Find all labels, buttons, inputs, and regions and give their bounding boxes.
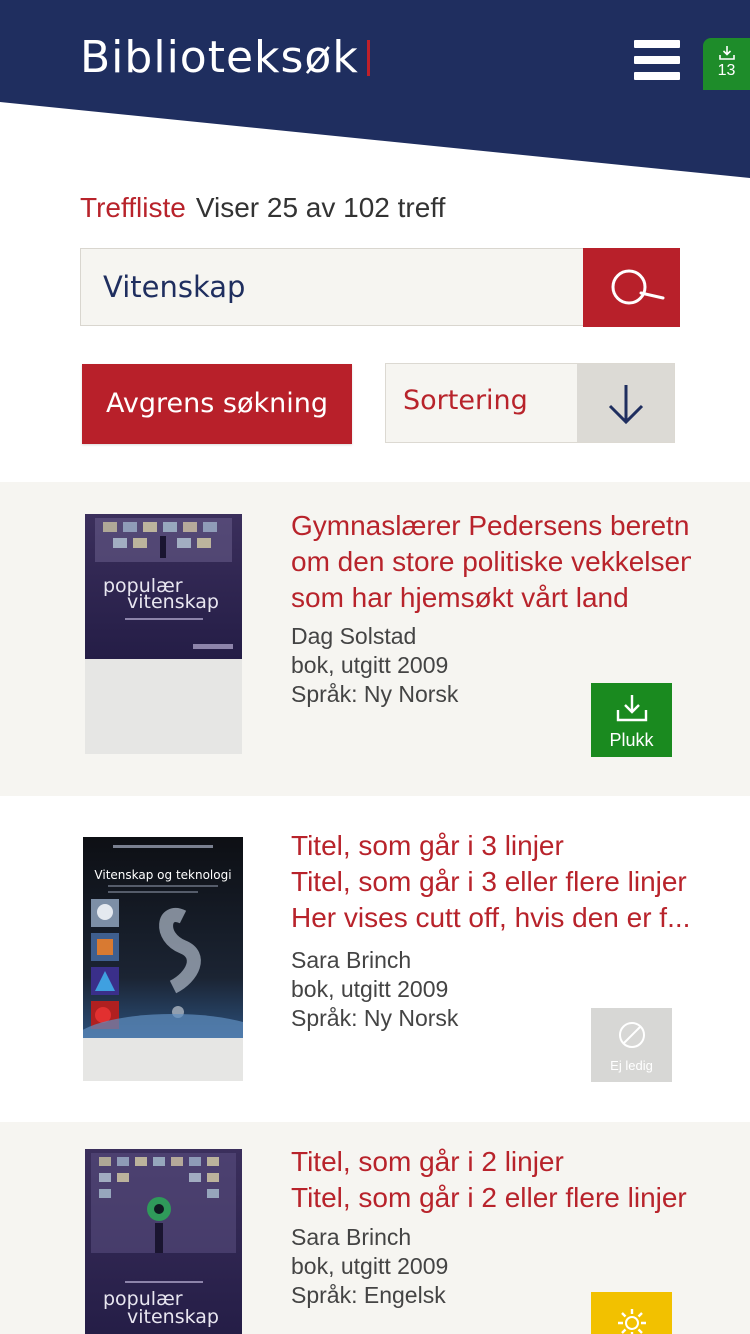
result-title[interactable]: Titel, som går i 2 linjer Titel, som går…	[291, 1144, 691, 1216]
sort-label: Sortering	[403, 385, 528, 416]
result-title[interactable]: Titel, som går i 3 linjer Titel, som går…	[291, 828, 691, 936]
header-background	[0, 0, 750, 178]
cover-image: populær vitenskap	[85, 514, 242, 659]
menu-button[interactable]	[634, 40, 682, 80]
search-results-page: Biblioteksøk 13 Treffliste Viser 25 av 10…	[0, 0, 750, 1334]
cover-title-line: vitenskap	[127, 591, 219, 613]
cover-image: populær vitenskap	[85, 1149, 242, 1334]
title-line: som har hjemsøkt vårt land	[291, 582, 629, 613]
cover-title-line: vitenskap	[127, 1306, 219, 1328]
cover-image: Vitenskap og teknologi	[83, 837, 243, 1038]
result-format: bok, utgitt 2009	[291, 652, 449, 678]
book-cover: Vitenskap og teknologi	[83, 837, 243, 1081]
result-item[interactable]: populær vitenskap Titel, som går i 2 lin…	[0, 1122, 750, 1334]
refine-search-button[interactable]: Avgrens søkning	[82, 364, 352, 444]
cover-title-line: Vitenskap og teknologi	[94, 868, 231, 882]
result-meta: Dag Solstad bok, utgitt 2009 Språk: Ny N…	[291, 622, 458, 709]
result-meta: Sara Brinch bok, utgitt 2009 Språk: Enge…	[291, 1223, 448, 1310]
result-author: Sara Brinch	[291, 1224, 412, 1250]
title-cursor	[366, 40, 370, 76]
title-line: om den store politiske vekkelsen	[291, 546, 691, 577]
book-cover: populær vitenskap	[85, 1149, 242, 1334]
search-field	[80, 248, 583, 326]
sort-dropdown[interactable]: Sortering	[385, 363, 675, 443]
gear-icon	[618, 1309, 646, 1334]
download-icon	[719, 46, 735, 60]
search-button[interactable]	[583, 248, 680, 327]
result-format: bok, utgitt 2009	[291, 976, 449, 1002]
unavailable-button[interactable]: Ej ledig	[591, 1008, 672, 1082]
title-line: Her vises cutt off, hvis den er f...	[291, 902, 691, 933]
arrow-down-icon	[608, 385, 644, 425]
result-meta: Sara Brinch bok, utgitt 2009 Språk: Ny N…	[291, 946, 458, 1033]
results-count: Viser 25 av 102 treff	[195, 192, 446, 223]
result-author: Sara Brinch	[291, 947, 412, 973]
app-title: Biblioteksøk	[80, 32, 370, 84]
hamburger-icon	[634, 40, 680, 48]
result-author: Dag Solstad	[291, 623, 417, 649]
result-format: bok, utgitt 2009	[291, 1253, 449, 1279]
result-title[interactable]: Gymnaslærer Pedersens beretning om den s…	[291, 508, 691, 616]
downloads-badge[interactable]: 13	[703, 38, 750, 90]
search-icon	[611, 269, 665, 305]
title-line: Gymnaslærer Pedersens beretning	[291, 510, 691, 541]
results-summary: Treffliste Viser 25 av 102 treff	[80, 190, 445, 226]
result-item[interactable]: Vitenskap og teknologi Titel, som går i …	[0, 796, 750, 1122]
title-line: Titel, som går i 3 eller flere linjer	[291, 866, 687, 897]
result-language: Språk: Ny Norsk	[291, 681, 459, 707]
hamburger-icon-bar	[634, 56, 680, 64]
result-item[interactable]: populær vitenskap Gymnaslærer Pedersens …	[0, 482, 750, 796]
result-language: Språk: Engelsk	[291, 1282, 446, 1308]
sort-toggle[interactable]	[577, 364, 674, 442]
unavailable-button-label: Ej ledig	[610, 1058, 653, 1073]
results-label: Treffliste	[80, 192, 186, 223]
book-cover: populær vitenskap	[85, 514, 242, 754]
settings-button[interactable]	[591, 1292, 672, 1334]
pick-button-label: Plukk	[609, 730, 654, 750]
title-line: Titel, som går i 3 linjer	[291, 830, 564, 861]
pick-button[interactable]: Plukk	[591, 683, 672, 757]
unavailable-icon	[619, 1022, 645, 1048]
download-icon	[616, 695, 648, 722]
title-line: Titel, som går i 2 linjer	[291, 1146, 564, 1177]
title-line: Titel, som går i 2 eller flere linjer	[291, 1182, 687, 1213]
hamburger-icon-bar	[634, 72, 680, 80]
downloads-count: 13	[717, 62, 736, 79]
search-input[interactable]	[81, 249, 583, 325]
result-language: Språk: Ny Norsk	[291, 1005, 459, 1031]
